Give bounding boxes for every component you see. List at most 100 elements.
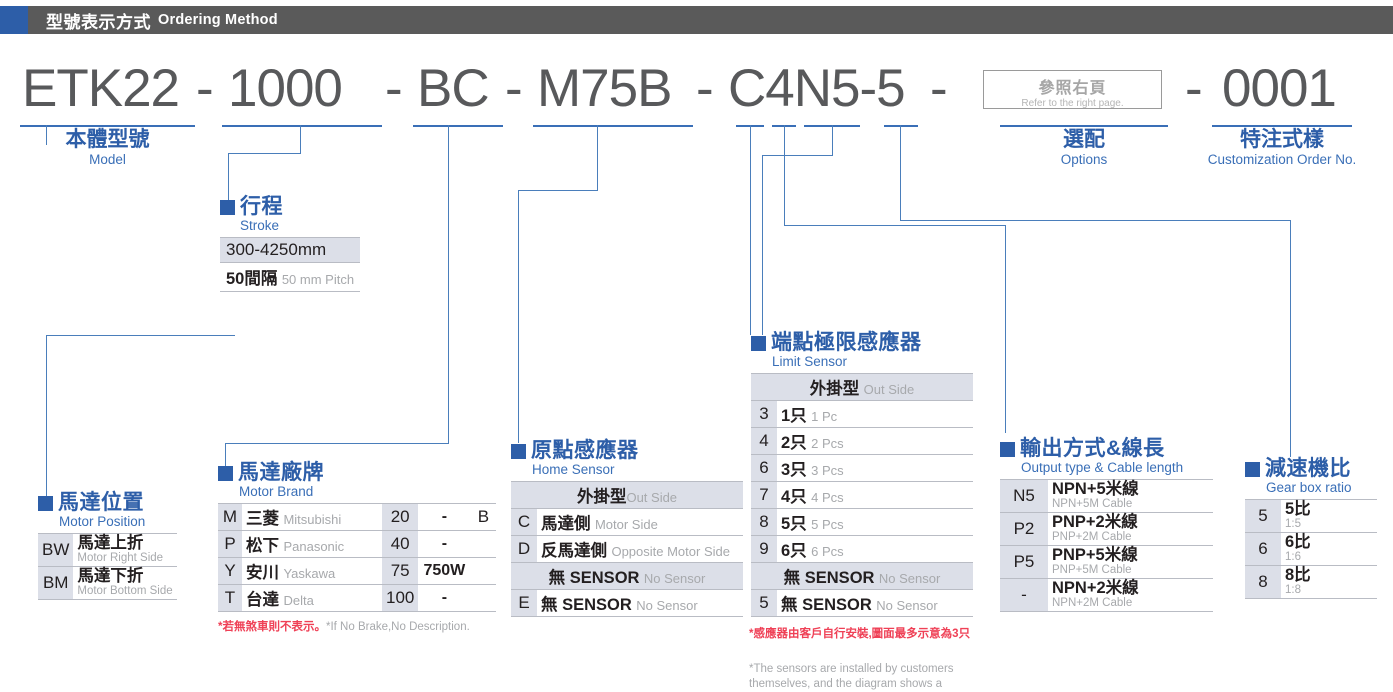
home-sensor-accent-square: [511, 443, 526, 459]
output-type-code: N5: [1000, 478, 1048, 513]
motor-brand-brake: [470, 583, 497, 612]
refer-box-en: Refer to the right page.: [1021, 98, 1124, 109]
motor-brand-code: T: [218, 583, 242, 612]
table-row: P 松下 Panasonic 40 -: [218, 529, 497, 558]
output-type-en: PNP+5M Cable: [1052, 564, 1132, 577]
code-segment-motor: BC: [417, 59, 490, 118]
stroke-title-cn: 行程: [240, 195, 283, 218]
limit-sensor-code: 9: [751, 534, 777, 563]
motor-brand-en: Delta: [283, 592, 314, 608]
callout-output-type: 輸出方式&線長 Output type & Cable length N5 NP…: [1000, 437, 1213, 612]
output-type-cn: NPN+2米線: [1052, 578, 1139, 597]
gear-ratio-title-cn: 減速機比: [1265, 457, 1351, 480]
output-type-en: PNP+2M Cable: [1052, 531, 1132, 544]
table-row: C 馬達側 Motor Side: [511, 507, 743, 536]
gear-ratio-code: 6: [1245, 531, 1281, 566]
table-row: 7 4只 4 Pcs: [751, 480, 973, 509]
home-sensor-en: No Sensor: [636, 597, 698, 613]
motor-position-heading: 馬達位置: [38, 491, 177, 514]
refer-right-page-box: 參照右頁 Refer to the right page.: [983, 70, 1162, 109]
limit-sensor-cn: 6只: [781, 541, 807, 560]
limit-sensor-code: 5: [751, 588, 777, 617]
code-segment-stroke: 1000: [228, 59, 343, 118]
limit-sensor-band1-cn: 外掛型: [809, 379, 860, 398]
motor-position-title-en: Motor Position: [59, 514, 146, 530]
table-row: E 無 SENSOR No Sensor: [511, 588, 743, 617]
callout-motor-position: 馬達位置 Motor Position BW 馬達上折 Motor Right …: [38, 491, 177, 600]
motor-brand-brake: [470, 529, 497, 558]
limit-sensor-cn: 5只: [781, 514, 807, 533]
label-options-en: Options: [1060, 152, 1108, 168]
header-accent-square: [0, 6, 28, 34]
output-type-code: P5: [1000, 544, 1048, 579]
code-segment-model: ETK22: [22, 59, 180, 118]
limit-sensor-code: 3: [751, 399, 777, 428]
motor-brand-note: *若無煞車則不表示。*If No Brake,No Description.: [218, 620, 508, 634]
gear-ratio-cn: 8比: [1285, 565, 1311, 584]
limit-sensor-title-en: Limit Sensor: [772, 354, 848, 370]
motor-brand-en: Yaskawa: [283, 565, 336, 581]
stroke-range: 300-4250mm: [220, 236, 361, 263]
limit-sensor-en: 3 Pcs: [811, 462, 844, 478]
gear-ratio-title-en: Gear box ratio: [1266, 480, 1352, 496]
limit-sensor-cn: 3只: [781, 460, 807, 479]
connector-limit-v2: [750, 215, 751, 335]
table-row: 無 SENSOR No Sensor: [751, 561, 973, 590]
motor-brand-title-en: Motor Brand: [239, 484, 314, 500]
connector-gear-h1: [900, 220, 1290, 221]
connector-brand-h1: [225, 443, 449, 444]
motor-brand-power: 20: [382, 502, 419, 531]
header-title-strip: 型號表示方式 Ordering Method: [28, 6, 1393, 34]
connector-limit2-v: [832, 125, 833, 155]
home-sensor-cn: 反馬達側: [541, 541, 607, 560]
home-sensor-heading: 原點感應器: [511, 439, 743, 462]
motor-brand-code: M: [218, 502, 242, 531]
output-type-en: NPN+2M Cable: [1052, 597, 1133, 610]
limit-sensor-cn: 4只: [781, 487, 807, 506]
limit-sensor-en: 4 Pcs: [811, 489, 844, 505]
table-row: 6 3只 3 Pcs: [751, 453, 973, 482]
motor-brand-watt: -: [418, 583, 471, 612]
motor-position-en: Motor Bottom Side: [77, 585, 173, 598]
home-sensor-band2-cn: 無 SENSOR: [548, 568, 640, 587]
motor-brand-brake: [470, 556, 497, 585]
label-options-cn: 選配: [1063, 128, 1105, 151]
dash-4: -: [696, 59, 714, 118]
label-model-cn: 本體型號: [65, 128, 150, 151]
code-segment-sensor: C4N5-5: [728, 59, 906, 118]
output-type-table: N5 NPN+5米線 NPN+5M Cable P2 PNP+2米線 PNP+2…: [1000, 478, 1213, 612]
table-row: 5 無 SENSOR No Sensor: [751, 588, 973, 617]
limit-sensor-note-cn: *感應器由客戶自行安裝,圖面最多示意為3只: [749, 628, 971, 640]
connector-output-v2: [1005, 225, 1006, 433]
motor-position-cn: 馬達下折: [77, 566, 144, 585]
output-type-cn: PNP+5米線: [1052, 545, 1138, 564]
motor-brand-power: 75: [382, 556, 419, 585]
underline-custom: [1212, 125, 1352, 127]
underline-options: [1000, 125, 1168, 127]
connector-home-v1: [597, 125, 598, 190]
limit-sensor-band2-en: No Sensor: [878, 570, 941, 586]
gear-ratio-code: 5: [1245, 498, 1281, 533]
connector-stroke-v2: [228, 153, 229, 201]
limit-sensor-en: No Sensor: [876, 597, 938, 613]
motor-position-title-cn: 馬達位置: [58, 491, 144, 514]
dash-1: -: [196, 59, 214, 118]
callout-home-sensor: 原點感應器 Home Sensor 外掛型Out Side C 馬達側 Moto…: [511, 439, 743, 617]
limit-sensor-heading: 端點極限感應器: [751, 331, 973, 354]
connector-model-v2: [46, 335, 47, 498]
underline-stroke: [222, 125, 382, 127]
table-row: 6 6比 1:6: [1245, 531, 1377, 566]
table-row: P5 PNP+5米線 PNP+5M Cable: [1000, 544, 1213, 579]
table-row: 5 5比 1:5: [1245, 498, 1377, 533]
connector-stroke-v1: [300, 125, 301, 153]
home-sensor-en: Motor Side: [594, 516, 658, 532]
connector-gear-v1: [900, 125, 901, 220]
motor-brand-brake: B: [470, 502, 497, 531]
limit-sensor-band2-cn: 無 SENSOR: [783, 568, 875, 587]
code-segment-custom: 0001: [1222, 59, 1337, 118]
gear-ratio-cn: 6比: [1285, 532, 1311, 551]
page-header: 型號表示方式 Ordering Method: [0, 6, 1393, 34]
table-row: BW 馬達上折 Motor Right Side: [38, 532, 177, 567]
limit-sensor-accent-square: [751, 335, 766, 351]
home-sensor-cn: 馬達側: [541, 514, 591, 533]
